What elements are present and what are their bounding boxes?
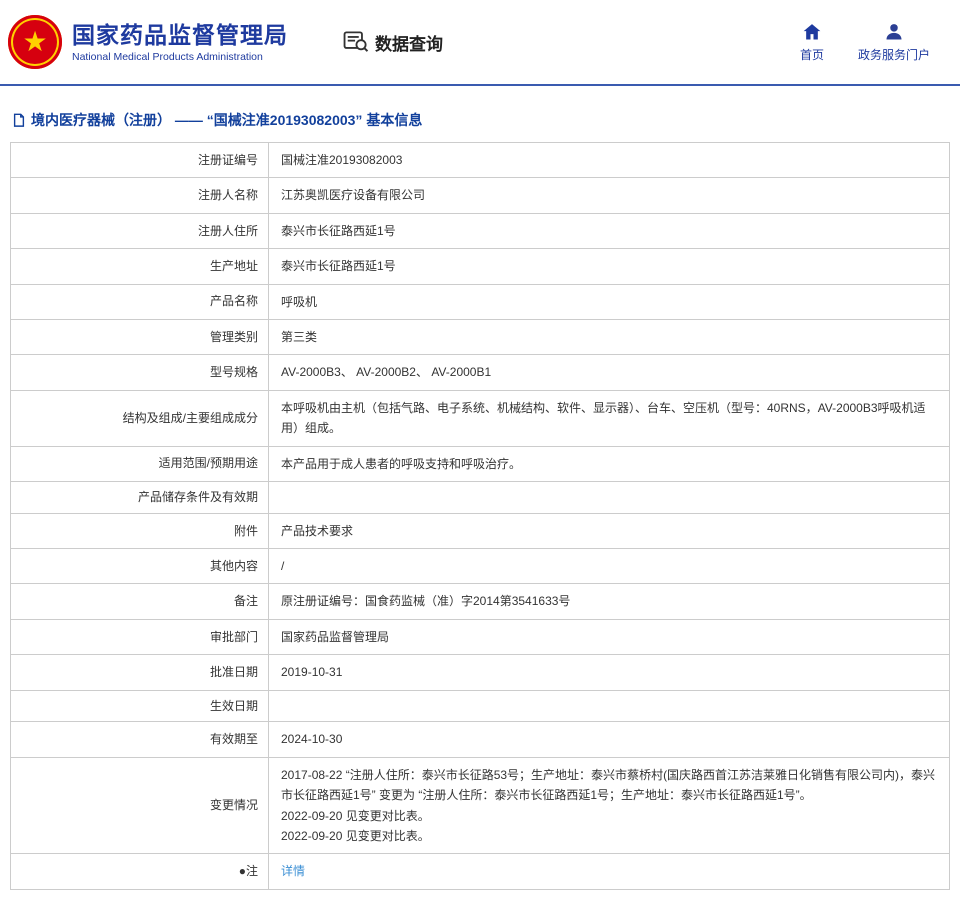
row-label: ●注	[11, 854, 269, 889]
row-value: 2024-10-30	[269, 722, 950, 757]
row-value: 第三类	[269, 319, 950, 354]
table-row: 其他内容/	[11, 549, 950, 584]
table-row: 结构及组成/主要组成成分本呼吸机由主机（包括气路、电子系统、机械结构、软件、显示…	[11, 390, 950, 446]
row-label: 变更情况	[11, 757, 269, 854]
info-table-body: 注册证编号国械注准20193082003注册人名称江苏奥凯医疗设备有限公司注册人…	[11, 143, 950, 890]
row-value: 泰兴市长征路西延1号	[269, 249, 950, 284]
nav-home-label: 首页	[800, 46, 824, 63]
row-label: 适用范围/预期用途	[11, 446, 269, 481]
data-query-label: 数据查询	[375, 30, 443, 55]
agency-name-cn: 国家药品监督管理局	[72, 21, 288, 50]
table-row: 有效期至2024-10-30	[11, 722, 950, 757]
row-label: 产品名称	[11, 284, 269, 319]
table-row: 注册人名称江苏奥凯医疗设备有限公司	[11, 178, 950, 213]
detail-link[interactable]: 详情	[281, 864, 305, 878]
row-label: 其他内容	[11, 549, 269, 584]
main-content: 境内医疗器械（注册） —— “国械注准20193082003” 基本信息 注册证…	[0, 110, 960, 914]
table-row: 变更情况2017-08-22 “注册人住所：泰兴市长征路53号；生产地址：泰兴市…	[11, 757, 950, 854]
row-label: 注册人住所	[11, 213, 269, 248]
row-value: 江苏奥凯医疗设备有限公司	[269, 178, 950, 213]
row-label: 审批部门	[11, 619, 269, 654]
row-value: 呼吸机	[269, 284, 950, 319]
registration-info-table: 注册证编号国械注准20193082003注册人名称江苏奥凯医疗设备有限公司注册人…	[10, 142, 950, 890]
page-title-text: 境内医疗器械（注册） —— “国械注准20193082003” 基本信息	[31, 110, 422, 130]
row-label: 注册人名称	[11, 178, 269, 213]
row-label: 型号规格	[11, 355, 269, 390]
table-row: 适用范围/预期用途本产品用于成人患者的呼吸支持和呼吸治疗。	[11, 446, 950, 481]
row-value: 国械注准20193082003	[269, 143, 950, 178]
row-label: 批准日期	[11, 655, 269, 690]
row-value: 2017-08-22 “注册人住所：泰兴市长征路53号；生产地址：泰兴市蔡桥村(…	[269, 757, 950, 854]
row-label: 有效期至	[11, 722, 269, 757]
table-row: 生效日期	[11, 690, 950, 722]
row-value: 详情	[269, 854, 950, 889]
nav-portal[interactable]: 政务服务门户	[858, 22, 930, 63]
page-title: 境内医疗器械（注册） —— “国械注准20193082003” 基本信息	[12, 110, 950, 130]
table-row: 注册证编号国械注准20193082003	[11, 143, 950, 178]
nmpa-emblem-icon: ★	[8, 15, 62, 69]
header-nav: 首页 政务服务门户	[800, 22, 930, 63]
row-label: 产品储存条件及有效期	[11, 481, 269, 513]
data-query-tab[interactable]: 数据查询	[343, 30, 443, 55]
row-value: 国家药品监督管理局	[269, 619, 950, 654]
row-label: 附件	[11, 513, 269, 548]
row-value	[269, 481, 950, 513]
row-value: 本产品用于成人患者的呼吸支持和呼吸治疗。	[269, 446, 950, 481]
table-row: 附件产品技术要求	[11, 513, 950, 548]
row-value	[269, 690, 950, 722]
table-row: 批准日期2019-10-31	[11, 655, 950, 690]
table-row: 管理类别第三类	[11, 319, 950, 354]
table-row: 产品储存条件及有效期	[11, 481, 950, 513]
agency-name-en: National Medical Products Administration	[72, 51, 288, 63]
table-row: ●注详情	[11, 854, 950, 889]
nav-portal-label: 政务服务门户	[858, 46, 930, 63]
row-value: 本呼吸机由主机（包括气路、电子系统、机械结构、软件、显示器）、台车、空压机（型号…	[269, 390, 950, 446]
table-row: 注册人住所泰兴市长征路西延1号	[11, 213, 950, 248]
agency-logo-block: ★ 国家药品监督管理局 National Medical Products Ad…	[8, 15, 288, 69]
table-row: 生产地址泰兴市长征路西延1号	[11, 249, 950, 284]
table-row: 备注原注册证编号：国食药监械（准）字2014第3541633号	[11, 584, 950, 619]
star-icon: ★	[22, 28, 47, 56]
table-row: 审批部门国家药品监督管理局	[11, 619, 950, 654]
row-label: 备注	[11, 584, 269, 619]
row-value: AV-2000B3、 AV-2000B2、 AV-2000B1	[269, 355, 950, 390]
user-icon	[884, 22, 904, 42]
table-row: 产品名称呼吸机	[11, 284, 950, 319]
row-value: 2019-10-31	[269, 655, 950, 690]
row-label: 管理类别	[11, 319, 269, 354]
row-label: 结构及组成/主要组成成分	[11, 390, 269, 446]
table-row: 型号规格AV-2000B3、 AV-2000B2、 AV-2000B1	[11, 355, 950, 390]
row-value: 产品技术要求	[269, 513, 950, 548]
home-icon	[802, 22, 822, 42]
site-header: ★ 国家药品监督管理局 National Medical Products Ad…	[0, 0, 960, 86]
agency-title-block: 国家药品监督管理局 National Medical Products Admi…	[72, 21, 288, 64]
document-icon	[12, 113, 26, 127]
row-label: 生效日期	[11, 690, 269, 722]
data-query-icon	[343, 31, 369, 53]
row-label: 生产地址	[11, 249, 269, 284]
row-value: 原注册证编号：国食药监械（准）字2014第3541633号	[269, 584, 950, 619]
row-value: 泰兴市长征路西延1号	[269, 213, 950, 248]
row-label: 注册证编号	[11, 143, 269, 178]
row-value: /	[269, 549, 950, 584]
nav-home[interactable]: 首页	[800, 22, 824, 63]
